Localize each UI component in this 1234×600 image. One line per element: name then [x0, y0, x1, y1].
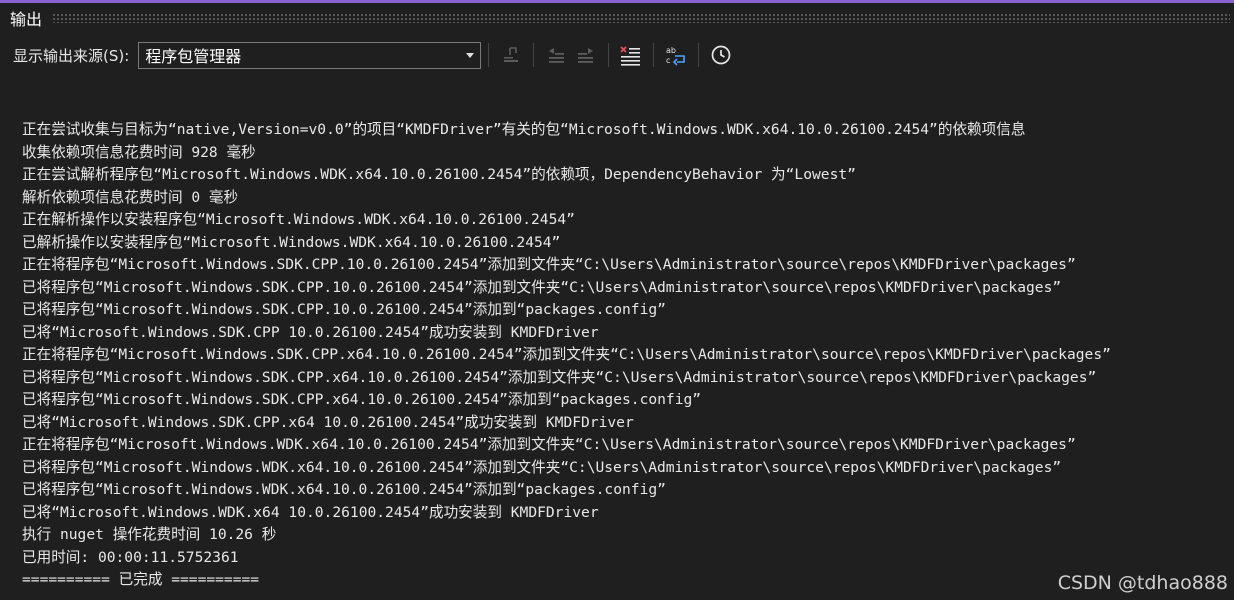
- next-message-icon: [578, 48, 594, 63]
- output-line: 正在将程序包“Microsoft.Windows.SDK.CPP.x64.10.…: [22, 346, 1111, 363]
- toolbar-separator: [488, 43, 490, 67]
- next-message-button[interactable]: [571, 40, 601, 70]
- output-line: 已将“Microsoft.Windows.SDK.CPP 10.0.26100.…: [22, 323, 599, 341]
- output-line: 正在解析操作以安装程序包“Microsoft.Windows.WDK.x64.1…: [22, 211, 575, 228]
- csdn-watermark: CSDN @tdhao888: [1057, 572, 1228, 594]
- timestamp-toggle-button[interactable]: [706, 40, 736, 70]
- output-line: 已将“Microsoft.Windows.SDK.CPP.x64 10.0.26…: [22, 413, 634, 431]
- output-line: 已将程序包“Microsoft.Windows.WDK.x64.10.0.261…: [22, 458, 1062, 476]
- output-line: 正在将程序包“Microsoft.Windows.WDK.x64.10.0.26…: [22, 436, 1076, 453]
- output-window: 输出 显示输出来源(S): 程序包管理器 ab c 正在尝试收集与目标为“nat…: [0, 0, 1234, 600]
- output-line: 已用时间: 00:00:11.5752361: [22, 548, 239, 566]
- go-to-source-button[interactable]: [496, 40, 526, 70]
- output-line: 已将“Microsoft.Windows.WDK.x64 10.0.26100.…: [22, 503, 599, 521]
- output-line: 已解析操作以安装程序包“Microsoft.Windows.WDK.x64.10…: [22, 233, 561, 251]
- output-source-dropdown[interactable]: 程序包管理器: [138, 41, 482, 69]
- word-wrap-icon: ab c: [666, 46, 686, 66]
- output-source-value: 程序包管理器: [145, 47, 242, 66]
- output-line: 正在将程序包“Microsoft.Windows.SDK.CPP.10.0.26…: [22, 256, 1076, 273]
- output-line: 已将程序包“Microsoft.Windows.SDK.CPP.x64.10.0…: [22, 391, 702, 408]
- toolbar-separator: [608, 43, 610, 67]
- output-line: ========== 已完成 ==========: [22, 571, 260, 588]
- output-source-label: 显示输出来源(S):: [13, 46, 130, 65]
- chevron-down-icon: [466, 52, 475, 58]
- output-log: 正在尝试收集与目标为“native,Version=v0.0”的项目“KMDFD…: [22, 119, 1227, 592]
- svg-text:c: c: [666, 56, 670, 65]
- toolbar-separator: [698, 43, 700, 67]
- output-toolbar: 显示输出来源(S): 程序包管理器 ab c: [0, 36, 1234, 74]
- svg-text:ab: ab: [666, 46, 676, 55]
- previous-message-icon: [549, 48, 565, 63]
- toolbar-separator: [653, 43, 655, 67]
- output-line: 收集依赖项信息花费时间 928 毫秒: [22, 143, 256, 161]
- toolbar-separator: [533, 43, 535, 67]
- clear-all-icon: [620, 46, 641, 66]
- previous-message-button[interactable]: [541, 40, 571, 70]
- word-wrap-button[interactable]: ab c: [661, 40, 691, 70]
- output-line: 正在尝试解析程序包“Microsoft.Windows.WDK.x64.10.0…: [22, 166, 856, 183]
- output-line: 已将程序包“Microsoft.Windows.SDK.CPP.x64.10.0…: [22, 368, 1097, 386]
- timestamp-clock-icon: [711, 45, 731, 65]
- output-line: 已将程序包“Microsoft.Windows.WDK.x64.10.0.261…: [22, 481, 666, 498]
- panel-title: 输出: [10, 10, 43, 29]
- drag-grip[interactable]: [52, 13, 1230, 23]
- output-text-area[interactable]: 正在尝试收集与目标为“native,Version=v0.0”的项目“KMDFD…: [0, 75, 1234, 600]
- panel-title-bar[interactable]: 输出: [0, 3, 1234, 33]
- output-line: 已将程序包“Microsoft.Windows.SDK.CPP.10.0.261…: [22, 301, 666, 318]
- output-line: 已将程序包“Microsoft.Windows.SDK.CPP.10.0.261…: [22, 278, 1062, 296]
- output-line: 执行 nuget 操作花费时间 10.26 秒: [22, 526, 277, 543]
- output-line: 正在尝试收集与目标为“native,Version=v0.0”的项目“KMDFD…: [22, 121, 1026, 138]
- go-to-source-icon: [504, 47, 519, 62]
- output-line: 解析依赖项信息花费时间 0 毫秒: [22, 188, 239, 206]
- clear-all-button[interactable]: [616, 40, 646, 70]
